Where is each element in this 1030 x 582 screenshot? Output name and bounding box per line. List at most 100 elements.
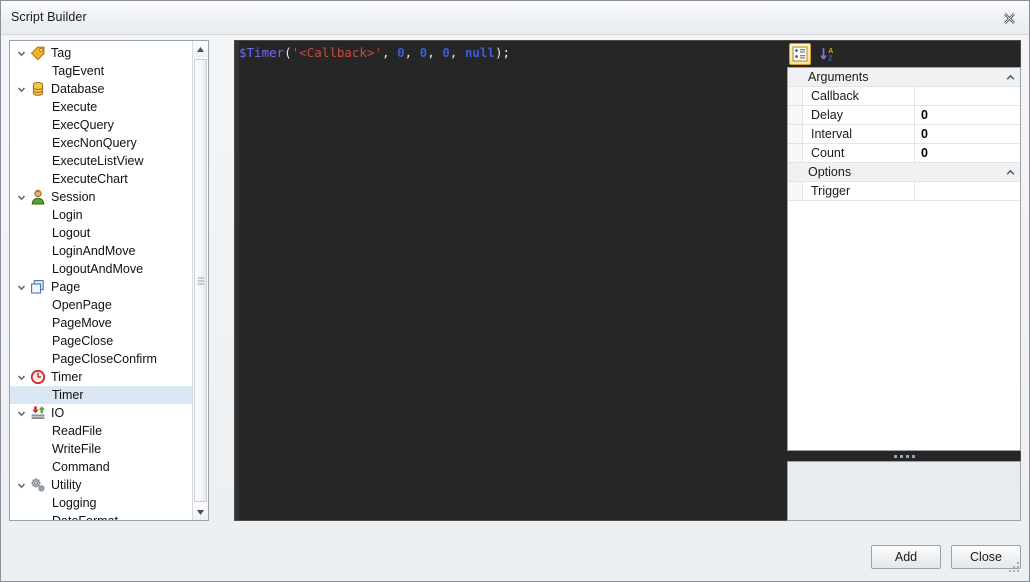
tree-item-label: Execute xyxy=(52,100,98,114)
tree-item-readfile[interactable]: ReadFile xyxy=(10,422,192,440)
property-row-interval[interactable]: Interval 0 xyxy=(788,125,1020,144)
tree-item-writefile[interactable]: WriteFile xyxy=(10,440,192,458)
code-token: , xyxy=(427,45,443,60)
property-group-options[interactable]: Options xyxy=(788,163,1020,182)
tree-item-pageclose[interactable]: PageClose xyxy=(10,332,192,350)
page-icon xyxy=(28,279,48,295)
tree-item-database[interactable]: Database xyxy=(10,80,192,98)
property-row-trigger[interactable]: Trigger xyxy=(788,182,1020,201)
tree-item-tag[interactable]: Tag xyxy=(10,44,192,62)
scroll-down-button[interactable] xyxy=(193,504,208,520)
tree-item-label: Timer xyxy=(52,388,84,402)
script-tree[interactable]: Tag TagEvent Database Execute ExecQuery ExecN… xyxy=(10,41,192,520)
property-splitter[interactable] xyxy=(787,451,1021,461)
code-token: , xyxy=(404,45,420,60)
tree-item-label: Tag xyxy=(51,46,72,60)
grid-spine xyxy=(788,87,803,105)
code-token: , xyxy=(382,45,398,60)
property-value[interactable]: 0 xyxy=(915,144,1020,162)
code-token: $Timer xyxy=(239,45,285,60)
tree-item-pagemove[interactable]: PageMove xyxy=(10,314,192,332)
tree-item-label: ExecuteListView xyxy=(52,154,144,168)
scrollbar-thumb[interactable] xyxy=(194,59,207,502)
tree-item-label: ExecuteChart xyxy=(52,172,128,186)
database-icon xyxy=(28,81,48,97)
property-name: Callback xyxy=(803,87,915,105)
tree-item-label: Login xyxy=(52,208,83,222)
tree-item-command[interactable]: Command xyxy=(10,458,192,476)
property-value[interactable]: 0 xyxy=(915,125,1020,143)
tree-item-label: Session xyxy=(51,190,96,204)
tree-item-session[interactable]: Session xyxy=(10,188,192,206)
tree-item-label: Database xyxy=(51,82,105,96)
tree-item-tagevent[interactable]: TagEvent xyxy=(10,62,192,80)
chevron-down-icon[interactable] xyxy=(15,85,28,94)
gears-icon xyxy=(28,477,48,493)
tree-scrollbar[interactable] xyxy=(192,41,208,520)
property-row-callback[interactable]: Callback xyxy=(788,87,1020,106)
grid-spine xyxy=(788,144,803,162)
chevron-up-icon[interactable] xyxy=(1000,163,1020,181)
tree-item-executelistview[interactable]: ExecuteListView xyxy=(10,152,192,170)
property-group-label: Arguments xyxy=(808,70,869,84)
tree-item-login[interactable]: Login xyxy=(10,206,192,224)
chevron-down-icon[interactable] xyxy=(15,193,28,202)
tree-item-execquery[interactable]: ExecQuery xyxy=(10,116,192,134)
tree-item-io[interactable]: IO xyxy=(10,404,192,422)
tree-item-label: OpenPage xyxy=(52,298,112,312)
property-toolbar: A Z xyxy=(787,40,1021,67)
svg-text:Z: Z xyxy=(828,55,833,62)
chevron-down-icon[interactable] xyxy=(15,283,28,292)
scroll-up-button[interactable] xyxy=(193,41,208,57)
add-button[interactable]: Add xyxy=(871,545,941,569)
tree-item-utility[interactable]: Utility xyxy=(10,476,192,494)
code-token: '<Callback>' xyxy=(291,45,382,60)
chevron-down-icon[interactable] xyxy=(15,409,28,418)
tree-item-dateformat[interactable]: DateFormat xyxy=(10,512,192,520)
window-title: Script Builder xyxy=(11,10,87,24)
chevron-down-icon[interactable] xyxy=(15,481,28,490)
tree-item-loginandmove[interactable]: LoginAndMove xyxy=(10,242,192,260)
sort-az-icon[interactable]: A Z xyxy=(817,43,839,65)
close-icon[interactable] xyxy=(1000,10,1018,26)
property-value[interactable]: 0 xyxy=(915,106,1020,124)
chevron-down-icon[interactable] xyxy=(15,49,28,58)
tree-item-executechart[interactable]: ExecuteChart xyxy=(10,170,192,188)
svg-text:A: A xyxy=(828,48,833,55)
categorized-view-icon[interactable] xyxy=(789,42,811,65)
tree-item-label: Utility xyxy=(51,478,82,492)
tree-item-label: Command xyxy=(52,460,110,474)
property-name: Interval xyxy=(803,125,915,143)
dialog-body: Tag TagEvent Database Execute ExecQuery ExecN… xyxy=(1,35,1029,581)
property-row-count[interactable]: Count 0 xyxy=(788,144,1020,163)
tree-item-pagecloseconfirm[interactable]: PageCloseConfirm xyxy=(10,350,192,368)
tree-item-label: ReadFile xyxy=(52,424,103,438)
tag-icon xyxy=(28,45,48,61)
property-grid[interactable]: Arguments Callback Delay 0 Interval 0 Count 0 Op… xyxy=(787,67,1021,451)
chevron-up-icon[interactable] xyxy=(1000,68,1020,86)
tree-item-label: DateFormat xyxy=(52,512,118,520)
chevron-down-icon[interactable] xyxy=(15,373,28,382)
tree-item-timer[interactable]: Timer xyxy=(10,386,192,404)
code-token: null xyxy=(464,45,495,60)
property-group-label: Options xyxy=(808,165,852,179)
property-value[interactable] xyxy=(915,182,1020,200)
resize-grip-icon[interactable] xyxy=(1007,560,1019,572)
grid-spine xyxy=(788,106,803,124)
title-bar: Script Builder xyxy=(1,1,1029,35)
tree-item-label: PageMove xyxy=(52,316,112,330)
tree-item-execute[interactable]: Execute xyxy=(10,98,192,116)
property-value[interactable] xyxy=(915,87,1020,105)
tree-item-label: LoginAndMove xyxy=(52,244,136,258)
tree-item-execnonquery[interactable]: ExecNonQuery xyxy=(10,134,192,152)
tree-item-logging[interactable]: Logging xyxy=(10,494,192,512)
tree-item-timer[interactable]: Timer xyxy=(10,368,192,386)
property-row-delay[interactable]: Delay 0 xyxy=(788,106,1020,125)
grid-spine xyxy=(788,68,802,86)
tree-item-page[interactable]: Page xyxy=(10,278,192,296)
tree-item-logout[interactable]: Logout xyxy=(10,224,192,242)
tree-item-openpage[interactable]: OpenPage xyxy=(10,296,192,314)
tree-item-logoutandmove[interactable]: LogoutAndMove xyxy=(10,260,192,278)
property-group-arguments[interactable]: Arguments xyxy=(788,68,1020,87)
scrollbar-grip-icon xyxy=(197,277,204,284)
